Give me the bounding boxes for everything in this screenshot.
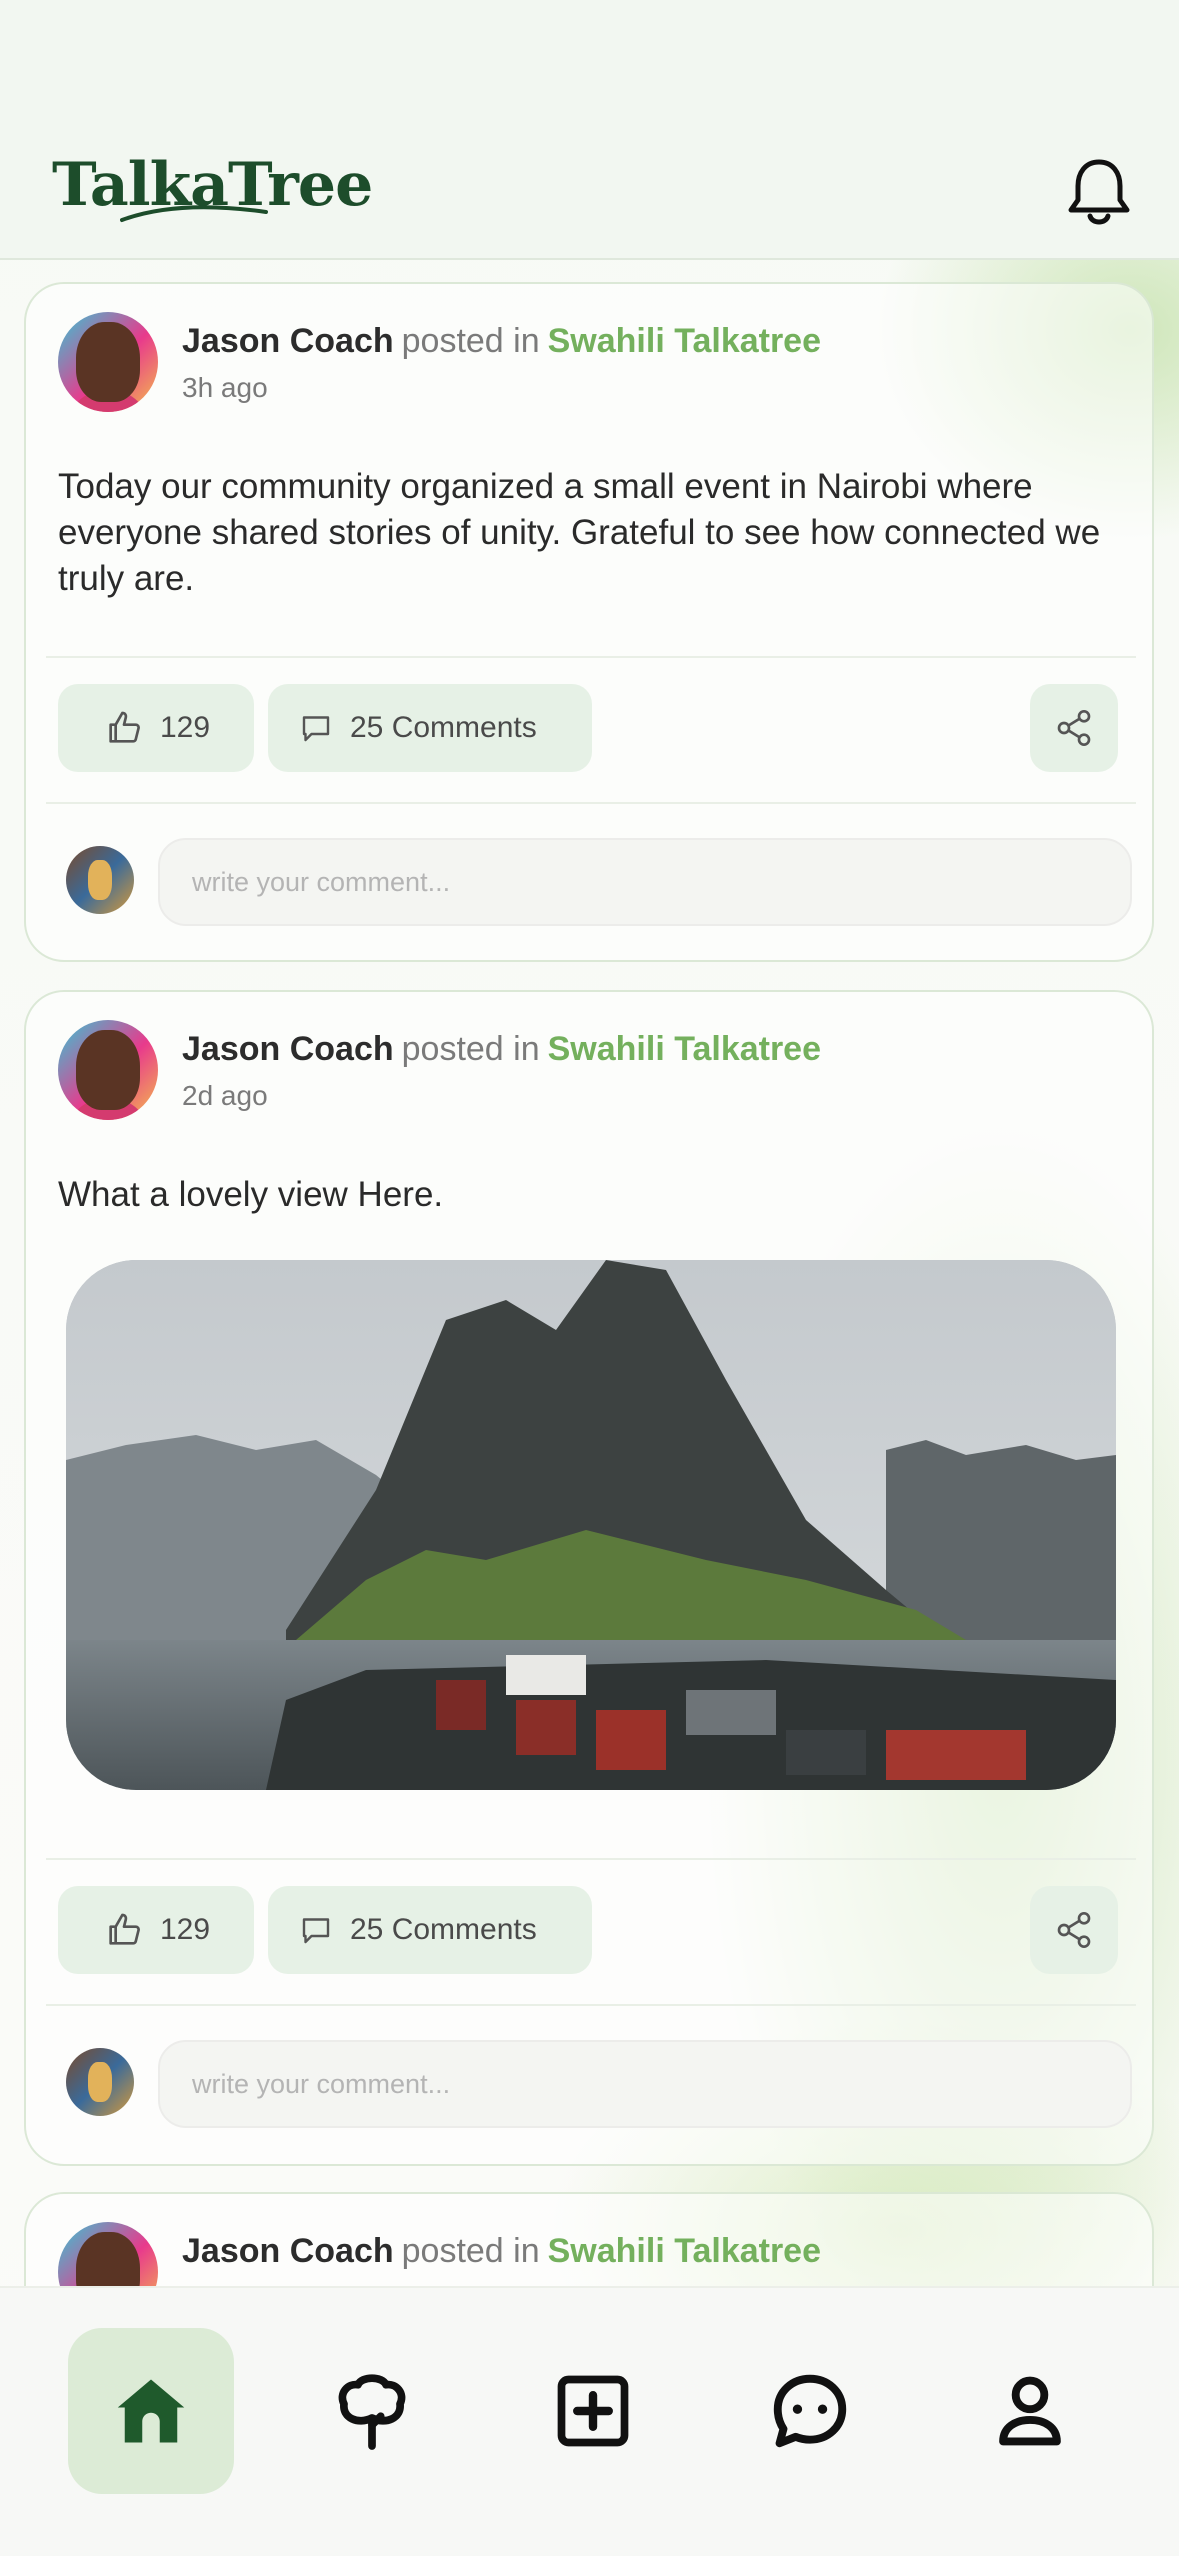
post-text: What a lovely view Here. <box>58 1175 444 1214</box>
post-meta: Jason Coach posted in Swahili Talkatree <box>182 322 821 361</box>
comments-count: 25 Comments <box>350 711 537 744</box>
author-name[interactable]: Jason Coach <box>182 322 394 360</box>
post-meta: Jason Coach posted in Swahili Talkatree <box>182 1030 821 1069</box>
post-card: Jason Coach posted in Swahili Talkatree 3h… <box>24 282 1154 962</box>
post-card: Jason Coach posted in Swahili Talkatree 2d… <box>24 990 1154 2166</box>
posted-in-label: posted in <box>401 1030 540 1068</box>
landscape-photo <box>66 1260 1116 1790</box>
author-name[interactable]: Jason Coach <box>182 1030 394 1068</box>
author-avatar[interactable] <box>58 312 158 412</box>
post-text: Today our community organized a small ev… <box>58 467 1101 598</box>
share-button[interactable] <box>1030 1886 1118 1974</box>
current-user-avatar <box>66 846 134 914</box>
share-icon <box>1057 1912 1091 1948</box>
add-post-icon <box>557 2375 629 2447</box>
profile-icon <box>999 2376 1061 2446</box>
group-link[interactable]: Swahili Talkatree <box>548 1030 821 1068</box>
nav-create-post[interactable] <box>510 2328 676 2494</box>
thumbs-up-icon <box>109 711 140 743</box>
divider <box>46 656 1136 658</box>
app-header: TalkaTree <box>0 0 1179 260</box>
logo-swash <box>120 205 268 222</box>
like-count: 129 <box>160 1913 211 1946</box>
like-count: 129 <box>160 711 211 744</box>
group-link[interactable]: Swahili Talkatree <box>548 2232 821 2270</box>
bell-icon[interactable] <box>1066 156 1132 228</box>
group-link[interactable]: Swahili Talkatree <box>548 322 821 360</box>
nav-messages[interactable] <box>727 2328 893 2494</box>
comment-input[interactable] <box>158 2040 1132 2128</box>
post-image[interactable] <box>66 1260 1116 1790</box>
author-name[interactable]: Jason Coach <box>182 2232 394 2270</box>
post-time: 3h ago <box>182 372 268 403</box>
author-avatar[interactable] <box>58 1020 158 1120</box>
nav-trees[interactable] <box>289 2328 455 2494</box>
nav-home[interactable] <box>68 2328 234 2494</box>
bottom-nav <box>0 2286 1179 2556</box>
thumbs-up-icon <box>109 1913 140 1945</box>
comments-button[interactable]: 25 Comments <box>268 1886 592 1974</box>
posted-in-label: posted in <box>401 2232 540 2270</box>
posted-in-label: posted in <box>401 322 540 360</box>
share-button[interactable] <box>1030 684 1118 772</box>
comments-count: 25 Comments <box>350 1913 537 1946</box>
chat-icon <box>773 2374 847 2448</box>
divider <box>46 2004 1136 2006</box>
like-button[interactable]: 129 <box>58 684 254 772</box>
post-meta: Jason Coach posted in Swahili Talkatree <box>182 2232 821 2271</box>
comment-icon <box>302 1918 330 1944</box>
post-time: 2d ago <box>182 1080 268 1111</box>
like-button[interactable]: 129 <box>58 1886 254 1974</box>
nav-profile[interactable] <box>947 2328 1113 2494</box>
home-icon <box>117 2379 185 2443</box>
divider <box>46 802 1136 804</box>
tree-icon <box>338 2374 406 2450</box>
comment-input[interactable] <box>158 838 1132 926</box>
share-icon <box>1057 710 1091 746</box>
current-user-avatar <box>66 2048 134 2116</box>
divider <box>46 1858 1136 1860</box>
comments-button[interactable]: 25 Comments <box>268 684 592 772</box>
comment-icon <box>302 716 330 742</box>
